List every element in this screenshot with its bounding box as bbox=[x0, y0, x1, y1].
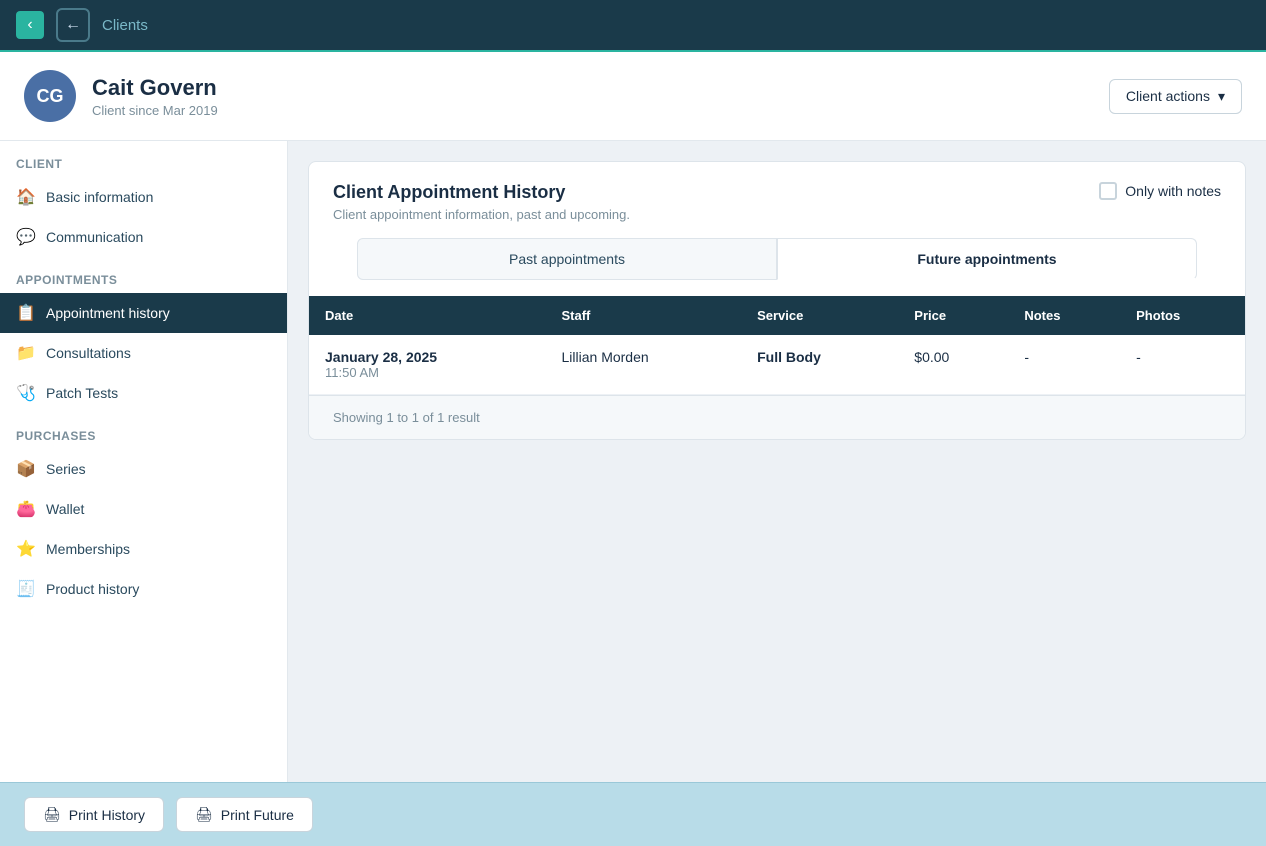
cell-date: January 28, 2025 11:50 AM bbox=[309, 335, 546, 395]
client-info: CG Cait Govern Client since Mar 2019 bbox=[24, 70, 218, 122]
client-name: Cait Govern bbox=[92, 75, 218, 101]
tab-past-appointments[interactable]: Past appointments bbox=[357, 238, 777, 280]
sidebar-section-appointments: Appointments bbox=[0, 257, 287, 293]
cell-service: Full Body bbox=[741, 335, 898, 395]
client-header: CG Cait Govern Client since Mar 2019 Cli… bbox=[0, 52, 1266, 141]
tab-future-appointments[interactable]: Future appointments bbox=[777, 238, 1197, 280]
tabs-container: Past appointments Future appointments bbox=[309, 238, 1245, 296]
client-details: Cait Govern Client since Mar 2019 bbox=[92, 75, 218, 118]
printer-future-icon: 🖨 bbox=[195, 806, 213, 823]
col-staff: Staff bbox=[546, 296, 742, 335]
print-history-label: Print History bbox=[69, 807, 145, 823]
page-title: Clients bbox=[102, 17, 148, 34]
sidebar-section-client: Client bbox=[0, 141, 287, 177]
table-header-row: Date Staff Service Price Notes Photos bbox=[309, 296, 1245, 335]
wallet-icon: 👛 bbox=[16, 499, 36, 519]
sidebar-item-label: Basic information bbox=[46, 189, 153, 205]
appointment-tabs: Past appointments Future appointments bbox=[357, 238, 1197, 280]
main-content: Client Appointment History Client appoin… bbox=[288, 141, 1266, 782]
sidebar-item-label: Consultations bbox=[46, 345, 131, 361]
star-icon: ⭐ bbox=[16, 539, 36, 559]
sidebar-item-label: Communication bbox=[46, 229, 143, 245]
patch-icon: 🩺 bbox=[16, 383, 36, 403]
only-notes-label-text: Only with notes bbox=[1125, 183, 1221, 199]
col-photos: Photos bbox=[1120, 296, 1245, 335]
col-service: Service bbox=[741, 296, 898, 335]
receipt-icon: 🧾 bbox=[16, 579, 36, 599]
col-price: Price bbox=[898, 296, 1008, 335]
appointments-table: Date Staff Service Price Notes Photos Ja… bbox=[309, 296, 1245, 395]
sidebar-item-label: Wallet bbox=[46, 501, 84, 517]
only-notes-toggle[interactable]: Only with notes bbox=[1099, 182, 1221, 200]
chat-icon: 💬 bbox=[16, 227, 36, 247]
sidebar-section-purchases: Purchases bbox=[0, 413, 287, 449]
date-value: January 28, 2025 bbox=[325, 349, 530, 365]
sidebar-item-communication[interactable]: 💬 Communication bbox=[0, 217, 287, 257]
client-actions-button[interactable]: Client actions ▾ bbox=[1109, 79, 1242, 114]
printer-icon: 🖨 bbox=[43, 806, 61, 823]
sidebar-item-label: Series bbox=[46, 461, 86, 477]
client-since: Client since Mar 2019 bbox=[92, 103, 218, 118]
sidebar-item-label: Memberships bbox=[46, 541, 130, 557]
sidebar-item-wallet[interactable]: 👛 Wallet bbox=[0, 489, 287, 529]
col-notes: Notes bbox=[1008, 296, 1120, 335]
cell-price: $0.00 bbox=[898, 335, 1008, 395]
clipboard-icon: 📋 bbox=[16, 303, 36, 323]
sidebar: Client 🏠 Basic information 💬 Communicati… bbox=[0, 141, 288, 782]
nav-toggle-button[interactable]: ‹ bbox=[16, 11, 44, 39]
print-future-label: Print Future bbox=[221, 807, 294, 823]
sidebar-item-label: Product history bbox=[46, 581, 139, 597]
tab-past-label: Past appointments bbox=[509, 251, 625, 267]
appointments-table-wrapper: Date Staff Service Price Notes Photos Ja… bbox=[309, 296, 1245, 395]
card-footer: Showing 1 to 1 of 1 result bbox=[309, 395, 1245, 439]
print-history-button[interactable]: 🖨 Print History bbox=[24, 797, 164, 832]
results-count: Showing 1 to 1 of 1 result bbox=[333, 410, 480, 425]
client-actions-label: Client actions bbox=[1126, 88, 1210, 104]
appointment-history-card: Client Appointment History Client appoin… bbox=[308, 161, 1246, 440]
folder-icon: 📁 bbox=[16, 343, 36, 363]
sidebar-item-patch-tests[interactable]: 🩺 Patch Tests bbox=[0, 373, 287, 413]
print-future-button[interactable]: 🖨 Print Future bbox=[176, 797, 313, 832]
sidebar-item-label: Appointment history bbox=[46, 305, 170, 321]
cell-notes: - bbox=[1008, 335, 1120, 395]
card-subtitle: Client appointment information, past and… bbox=[333, 207, 630, 222]
avatar: CG bbox=[24, 70, 76, 122]
sidebar-item-appointment-history[interactable]: 📋 Appointment history bbox=[0, 293, 287, 333]
top-nav: ‹ ← Clients bbox=[0, 0, 1266, 52]
back-button[interactable]: ← bbox=[56, 8, 90, 42]
cell-staff: Lillian Morden bbox=[546, 335, 742, 395]
table-row: January 28, 2025 11:50 AM Lillian Morden… bbox=[309, 335, 1245, 395]
cell-photos: - bbox=[1120, 335, 1245, 395]
card-header-text: Client Appointment History Client appoin… bbox=[333, 182, 630, 222]
card-header: Client Appointment History Client appoin… bbox=[309, 162, 1245, 238]
sidebar-item-product-history[interactable]: 🧾 Product history bbox=[0, 569, 287, 609]
bottom-bar: 🖨 Print History 🖨 Print Future bbox=[0, 782, 1266, 846]
chevron-down-icon: ▾ bbox=[1218, 88, 1225, 105]
sidebar-item-label: Patch Tests bbox=[46, 385, 118, 401]
tab-future-label: Future appointments bbox=[917, 251, 1056, 267]
box-icon: 📦 bbox=[16, 459, 36, 479]
sidebar-item-series[interactable]: 📦 Series bbox=[0, 449, 287, 489]
time-value: 11:50 AM bbox=[325, 365, 530, 380]
sidebar-item-memberships[interactable]: ⭐ Memberships bbox=[0, 529, 287, 569]
only-notes-checkbox[interactable] bbox=[1099, 182, 1117, 200]
sidebar-item-consultations[interactable]: 📁 Consultations bbox=[0, 333, 287, 373]
home-icon: 🏠 bbox=[16, 187, 36, 207]
sidebar-item-basic-information[interactable]: 🏠 Basic information bbox=[0, 177, 287, 217]
main-layout: Client 🏠 Basic information 💬 Communicati… bbox=[0, 141, 1266, 782]
card-title: Client Appointment History bbox=[333, 182, 630, 203]
col-date: Date bbox=[309, 296, 546, 335]
